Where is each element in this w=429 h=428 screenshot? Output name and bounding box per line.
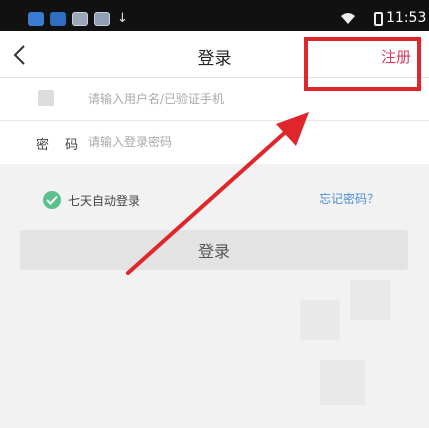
annotation-arrow-icon (126, 112, 309, 275)
